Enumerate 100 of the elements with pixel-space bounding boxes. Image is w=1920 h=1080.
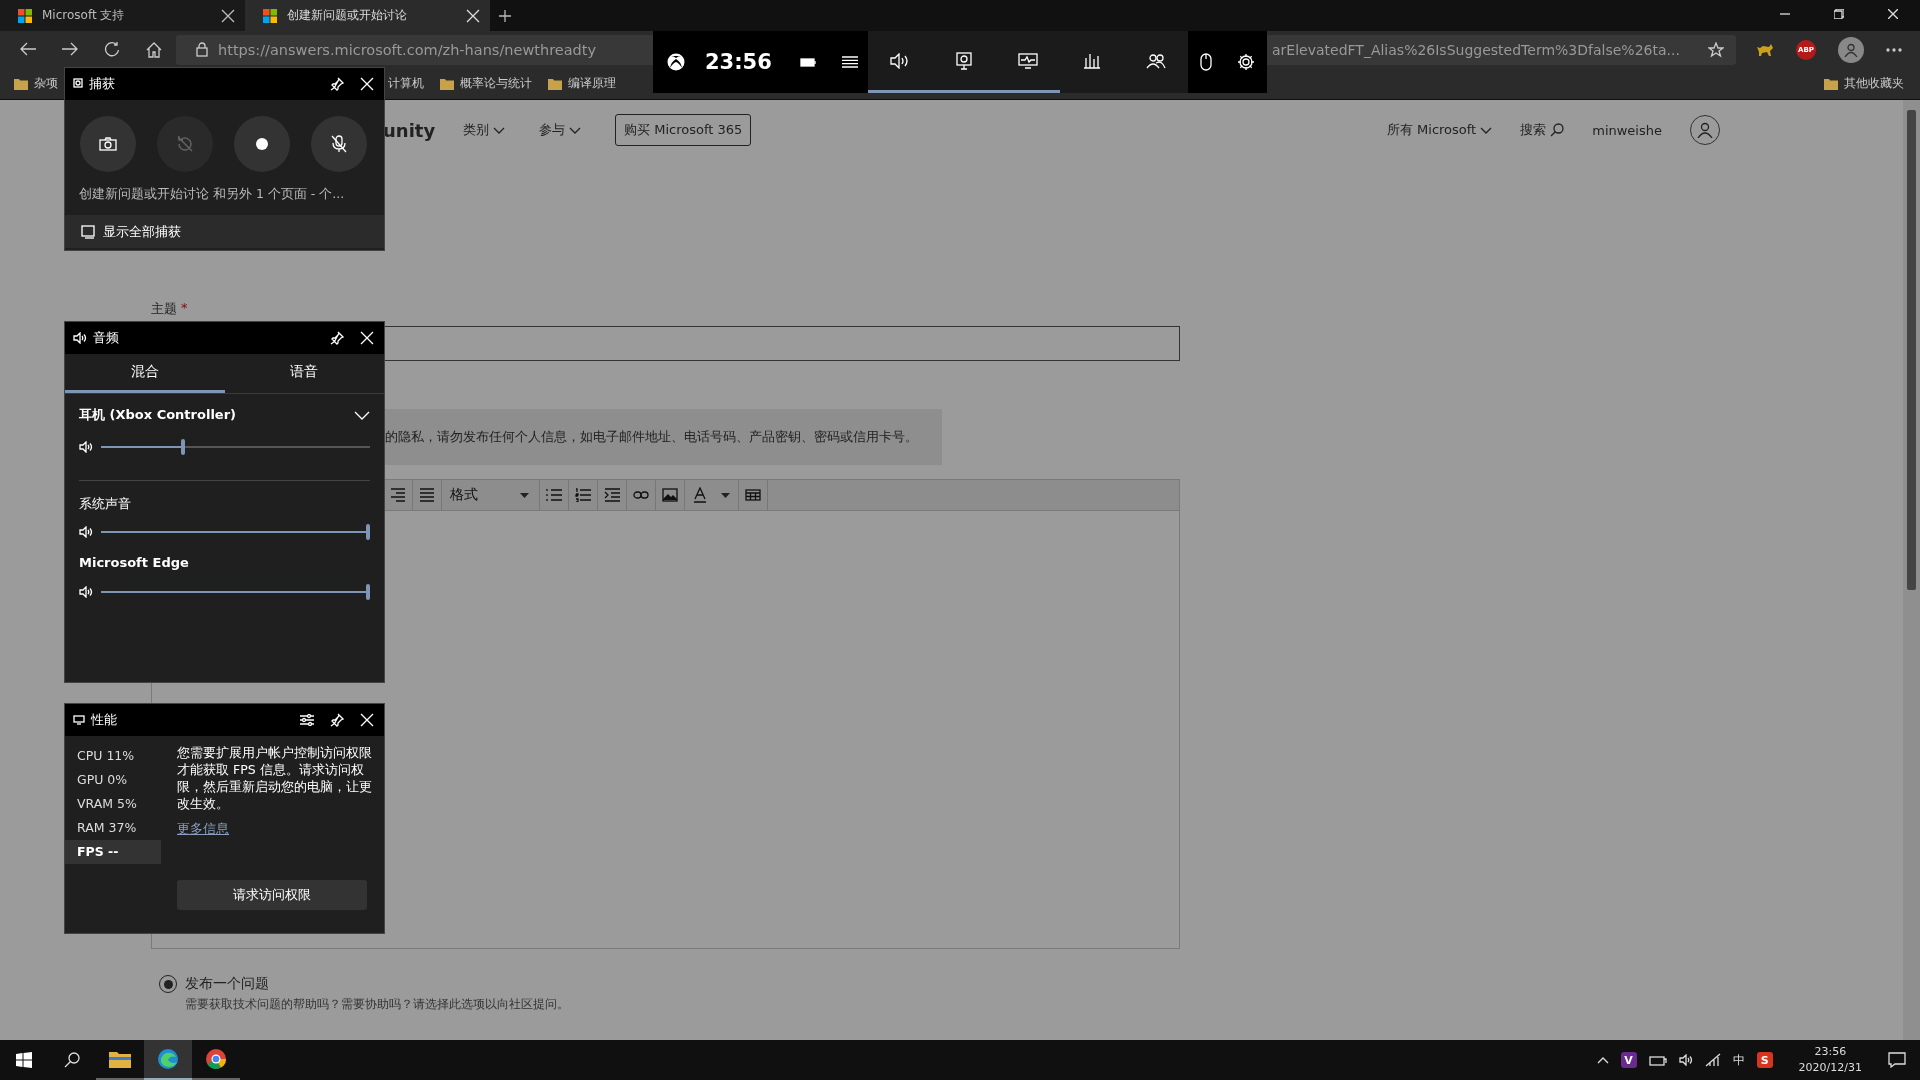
options-icon[interactable] (300, 714, 314, 726)
chevron-up-icon[interactable] (1596, 1056, 1609, 1064)
restore-icon[interactable] (1834, 9, 1844, 19)
align-right-icon[interactable] (390, 488, 406, 502)
site-brand[interactable]: unity (383, 119, 436, 141)
new-tab-icon[interactable] (499, 9, 511, 22)
caret-icon[interactable] (721, 492, 730, 498)
format-select[interactable]: 格式 (442, 480, 540, 510)
menu-icon[interactable] (841, 56, 858, 68)
metric-item[interactable]: RAM 37% (65, 816, 161, 840)
folder-icon (440, 77, 454, 90)
browser-tab[interactable]: 创建新问题或开始讨论 (245, 0, 490, 31)
speaker-icon (79, 441, 93, 453)
panel-tab[interactable]: 混合 (65, 354, 225, 393)
indent-icon[interactable] (604, 488, 620, 502)
person-icon (1844, 42, 1858, 57)
clock[interactable]: 23:56 2020/12/31 (1798, 1044, 1862, 1076)
chevron-down-icon (1480, 126, 1493, 134)
bookmark-link[interactable]: 计算机 (388, 75, 424, 92)
folder-icon (14, 77, 28, 90)
close-icon[interactable] (466, 8, 480, 23)
tray-app-icon[interactable]: V (1620, 1052, 1637, 1068)
bookmark-link[interactable]: 概率论与统计 (460, 75, 532, 92)
volume-slider[interactable] (101, 439, 370, 455)
pin-icon[interactable] (330, 713, 344, 727)
capture-button[interactable] (234, 116, 290, 172)
show-all-button[interactable]: 显示全部捕获 (65, 215, 384, 248)
close-icon[interactable] (221, 8, 235, 23)
volume-slider[interactable] (101, 524, 370, 540)
wifi-icon[interactable] (1704, 1053, 1721, 1067)
metric-item[interactable]: FPS -- (65, 840, 161, 864)
pin-icon[interactable] (330, 331, 344, 345)
star-icon[interactable] (1708, 41, 1724, 58)
permission-message: 您需要扩展用户帐户控制访问权限才能获取 FPS 信息。请求访问权限，然后重新启动您的电脑，让更改生效。 (177, 744, 372, 812)
metric-item[interactable]: CPU 11% (65, 744, 161, 768)
profile-icon[interactable] (1838, 36, 1864, 63)
taskbar-app-button[interactable] (144, 1040, 192, 1080)
monitor-chart-icon (1017, 52, 1038, 69)
input-method-indicator[interactable]: 中 (1732, 1051, 1745, 1069)
speaker-icon (79, 526, 93, 538)
refresh-icon[interactable] (104, 41, 120, 58)
font-color-icon[interactable] (693, 487, 707, 503)
nav-link[interactable]: 参与 (539, 121, 582, 139)
search-icon[interactable] (64, 1052, 80, 1068)
user-name[interactable]: minweishe (1592, 122, 1662, 138)
bar-chart-icon (1082, 52, 1101, 69)
slider-thumb[interactable] (366, 524, 370, 540)
start-icon[interactable] (16, 1052, 32, 1068)
capture-title[interactable]: 创建新问题或开始讨论 和另外 1 个页面 - 个... (79, 186, 384, 210)
panel-title: 捕获 (89, 75, 116, 93)
home-icon[interactable] (146, 41, 162, 58)
nav-link[interactable]: 所有 Microsoft (1386, 121, 1493, 139)
numbered-list-icon[interactable] (575, 488, 591, 502)
scrollbar[interactable] (1903, 100, 1920, 1040)
buy-button[interactable]: 购买 Microsoft 365 (615, 114, 752, 146)
link-icon[interactable] (633, 491, 649, 499)
mouse-icon[interactable] (1200, 53, 1213, 71)
mic-off-icon (331, 135, 347, 153)
history-icon (176, 135, 194, 153)
field-label: 主题 (151, 300, 177, 318)
image-icon[interactable] (662, 488, 678, 502)
more-info-link[interactable]: 更多信息 (177, 820, 229, 838)
folder-icon (1824, 77, 1838, 90)
settings-icon[interactable] (1236, 53, 1255, 71)
justify-icon[interactable] (419, 488, 435, 502)
cat-extension-icon[interactable] (1756, 42, 1774, 57)
metric-item[interactable]: VRAM 5% (65, 792, 161, 816)
nav-link[interactable]: 类别 (463, 121, 506, 139)
xbox-logo-icon[interactable] (667, 53, 685, 71)
slider-thumb[interactable] (366, 584, 370, 600)
capture-icon (73, 78, 83, 90)
edge-browser-icon (157, 1048, 179, 1070)
table-icon[interactable] (745, 489, 761, 501)
close-icon[interactable] (1888, 9, 1898, 19)
more-icon[interactable] (1886, 47, 1902, 52)
panel-tab[interactable]: 语音 (224, 354, 384, 393)
bullet-list-icon[interactable] (546, 488, 562, 502)
metric-item[interactable]: GPU 0% (65, 768, 161, 792)
capture-button[interactable] (80, 116, 136, 172)
back-icon[interactable] (20, 41, 36, 56)
forward-icon[interactable] (62, 41, 78, 56)
request-access-button[interactable]: 请求访问权限 (177, 880, 367, 910)
bookmark-link[interactable]: 杂项 (34, 75, 58, 92)
windows-logo-icon (18, 8, 32, 23)
tray-app-icon[interactable]: S (1756, 1052, 1773, 1068)
pin-icon[interactable] (330, 77, 344, 91)
caret-icon (520, 492, 529, 498)
chevron-down-icon[interactable] (354, 410, 370, 420)
capture-button[interactable] (311, 116, 367, 172)
battery-icon[interactable] (1648, 1054, 1667, 1066)
speaker-icon (79, 586, 93, 598)
volume-slider[interactable] (101, 584, 370, 600)
camera-icon (99, 137, 117, 151)
slider-thumb[interactable] (180, 439, 185, 455)
bookmark-link[interactable]: 编译原理 (568, 75, 616, 92)
notification-icon[interactable] (1888, 1052, 1906, 1068)
chevron-down-icon (569, 126, 582, 134)
nav-link[interactable]: 搜索 (1520, 121, 1565, 139)
bookmark-link[interactable]: 其他收藏夹 (1844, 75, 1904, 92)
browser-tab[interactable]: Microsoft 支持 (0, 0, 245, 31)
